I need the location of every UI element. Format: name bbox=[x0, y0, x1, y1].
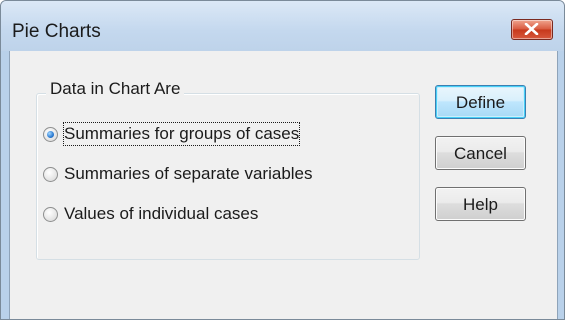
radio-label-groups-of-cases: Summaries for groups of cases bbox=[62, 122, 301, 146]
radio-button-unchecked[interactable] bbox=[43, 166, 58, 182]
radio-label-individual-cases: Values of individual cases bbox=[64, 204, 259, 223]
radio-label-separate-variables: Summaries of separate variables bbox=[64, 164, 313, 183]
radio-button-unchecked[interactable] bbox=[43, 206, 58, 222]
radio-groups-of-cases[interactable]: Summaries for groups of cases bbox=[43, 121, 301, 147]
radio-individual-cases[interactable]: Values of individual cases bbox=[43, 201, 258, 227]
radio-button-checked[interactable] bbox=[43, 126, 58, 142]
radio-separate-variables[interactable]: Summaries of separate variables bbox=[43, 161, 313, 187]
cancel-button[interactable]: Cancel bbox=[435, 136, 526, 170]
close-x-icon bbox=[524, 23, 539, 35]
groupbox-label: Data in Chart Are bbox=[46, 78, 185, 100]
help-button[interactable]: Help bbox=[435, 187, 526, 221]
pie-charts-dialog: Pie Charts Data in Chart Are Summaries f… bbox=[0, 0, 565, 320]
dialog-title: Pie Charts bbox=[12, 21, 101, 42]
close-button[interactable] bbox=[511, 19, 553, 40]
title-bar[interactable]: Pie Charts bbox=[1, 1, 564, 51]
define-button[interactable]: Define bbox=[435, 85, 526, 119]
dialog-body: Data in Chart Are Summaries for groups o… bbox=[9, 51, 558, 319]
